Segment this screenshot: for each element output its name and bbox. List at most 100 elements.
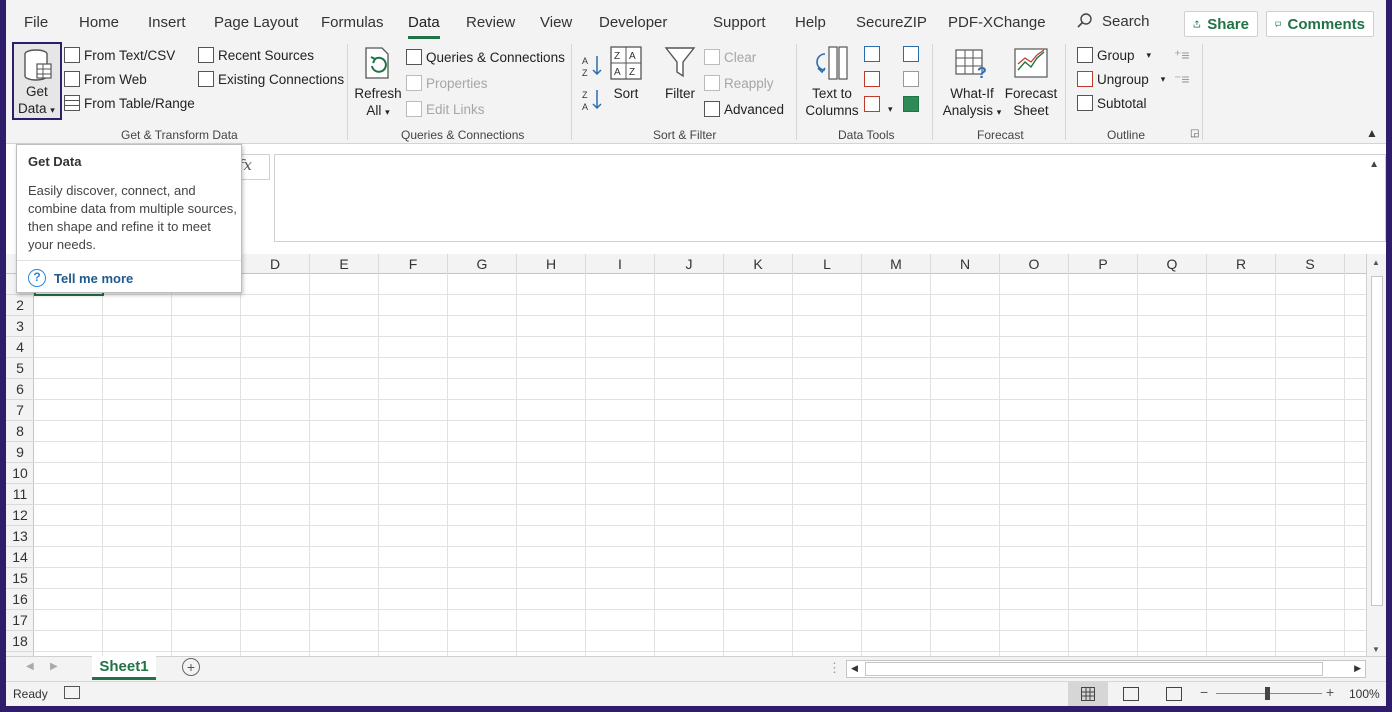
scroll-up-icon[interactable]: ▲ [1372,258,1380,267]
advanced-filter-button[interactable]: Advanced [704,101,784,117]
queries-connections-button[interactable]: Queries & Connections [406,49,565,65]
row-header[interactable]: 4 [6,337,34,358]
clear-filter-button[interactable]: Clear [704,49,756,65]
page-layout-view-icon[interactable] [1123,687,1139,701]
tab-insert[interactable]: Insert [148,14,186,31]
from-web-button[interactable]: From Web [64,71,147,87]
scroll-down-icon[interactable]: ▼ [1372,645,1380,654]
from-text-csv-button[interactable]: From Text/CSV [64,47,175,63]
horizontal-scrollbar[interactable]: ◀ ▶ [846,660,1366,678]
column-header[interactable]: M [862,254,931,274]
row-header[interactable]: 16 [6,589,34,610]
remove-duplicates-button[interactable] [864,71,880,90]
horizontal-scroll-thumb[interactable] [865,662,1323,676]
tab-page-layout[interactable]: Page Layout [214,14,298,31]
recent-sources-button[interactable]: Recent Sources [198,47,314,63]
filter-button[interactable]: Filter [662,46,698,102]
tab-home[interactable]: Home [79,14,119,31]
dialog-launcher-icon[interactable]: ◲ [1190,128,1199,139]
vertical-scroll-thumb[interactable] [1371,276,1383,606]
column-header[interactable]: D [241,254,310,274]
tab-file[interactable]: File [24,14,48,31]
macro-record-icon[interactable] [64,686,80,699]
get-data-button[interactable]: Get Data ▾ [12,42,62,120]
reapply-button[interactable]: Reapply [704,75,774,91]
row-header[interactable]: 11 [6,484,34,505]
data-validation-button[interactable]: ▾ [864,96,893,115]
sheet-tab-sheet1[interactable]: Sheet1 [92,656,156,680]
search-box[interactable]: Search [1076,12,1150,30]
tab-formulas[interactable]: Formulas [321,14,384,31]
column-header[interactable]: N [931,254,1000,274]
from-table-range-button[interactable]: From Table/Range [64,95,195,111]
properties-button[interactable]: Properties [406,75,488,91]
what-if-analysis-button[interactable]: ? What-If Analysis ▾ [940,46,1004,121]
zoom-out-icon[interactable]: − [1200,684,1208,700]
scroll-right-icon[interactable]: ▶ [1354,663,1361,674]
flash-fill-button[interactable] [864,46,880,65]
column-header[interactable]: H [517,254,586,274]
tab-pdf-xchange[interactable]: PDF-XChange [948,14,1046,31]
zoom-level[interactable]: 100% [1349,687,1380,701]
column-header[interactable]: G [448,254,517,274]
row-header[interactable]: 3 [6,316,34,337]
row-header[interactable]: 2 [6,295,34,316]
prev-sheet-icon[interactable]: ◀ [26,661,34,672]
column-header[interactable]: Q [1138,254,1207,274]
edit-links-button[interactable]: Edit Links [406,101,485,117]
normal-view-button[interactable] [1068,682,1108,706]
split-handle-icon[interactable]: ⋮ [828,660,841,676]
column-header[interactable]: K [724,254,793,274]
tell-me-more-link[interactable]: ? Tell me more [28,269,133,287]
sort-ascending-button[interactable]: AZ [582,54,604,81]
formula-input[interactable]: ▲ [274,154,1386,242]
row-header[interactable]: 12 [6,505,34,526]
forecast-sheet-button[interactable]: Forecast Sheet [1004,46,1058,119]
row-header[interactable]: 7 [6,400,34,421]
row-header[interactable]: 18 [6,631,34,652]
row-header[interactable]: 5 [6,358,34,379]
column-header[interactable]: P [1069,254,1138,274]
group-button[interactable]: Group ▾ [1077,47,1151,63]
existing-connections-button[interactable]: Existing Connections [198,71,344,87]
relationships-button[interactable] [903,71,919,90]
collapse-formula-icon[interactable]: ▲ [1369,159,1379,170]
collapse-ribbon-icon[interactable]: ▲ [1366,126,1378,140]
column-header[interactable]: L [793,254,862,274]
next-sheet-icon[interactable]: ▶ [50,661,58,672]
column-header[interactable]: O [1000,254,1069,274]
column-header[interactable]: R [1207,254,1276,274]
subtotal-button[interactable]: Subtotal [1077,95,1147,111]
row-header[interactable]: 15 [6,568,34,589]
column-header[interactable]: J [655,254,724,274]
zoom-in-icon[interactable]: + [1326,684,1334,700]
column-header[interactable]: S [1276,254,1345,274]
column-header[interactable]: E [310,254,379,274]
refresh-all-button[interactable]: Refresh All ▾ [354,46,402,121]
row-header[interactable]: 8 [6,421,34,442]
vertical-scrollbar[interactable]: ▲ ▼ [1366,254,1386,658]
share-button[interactable]: Share [1184,11,1258,37]
column-header[interactable]: I [586,254,655,274]
tab-review[interactable]: Review [466,14,515,31]
tab-developer[interactable]: Developer [599,14,667,31]
hide-detail-icon[interactable]: ⁻≡ [1174,71,1190,88]
sort-descending-button[interactable]: ZA [582,88,604,115]
comments-button[interactable]: Comments [1266,11,1374,37]
show-detail-icon[interactable]: ⁺≡ [1174,47,1190,64]
row-header[interactable]: 6 [6,379,34,400]
manage-data-model-button[interactable] [903,96,919,115]
consolidate-button[interactable] [903,46,919,65]
row-header[interactable]: 10 [6,463,34,484]
tab-securezip[interactable]: SecureZIP [856,14,927,31]
zoom-slider-thumb[interactable] [1265,687,1270,700]
row-header[interactable]: 17 [6,610,34,631]
ungroup-button[interactable]: Ungroup ▾ [1077,71,1165,87]
tab-help[interactable]: Help [795,14,826,31]
tab-view[interactable]: View [540,14,572,31]
page-break-view-icon[interactable] [1166,687,1182,701]
tab-data[interactable]: Data [408,14,440,39]
row-header[interactable]: 14 [6,547,34,568]
scroll-left-icon[interactable]: ◀ [851,663,858,674]
column-header[interactable]: F [379,254,448,274]
